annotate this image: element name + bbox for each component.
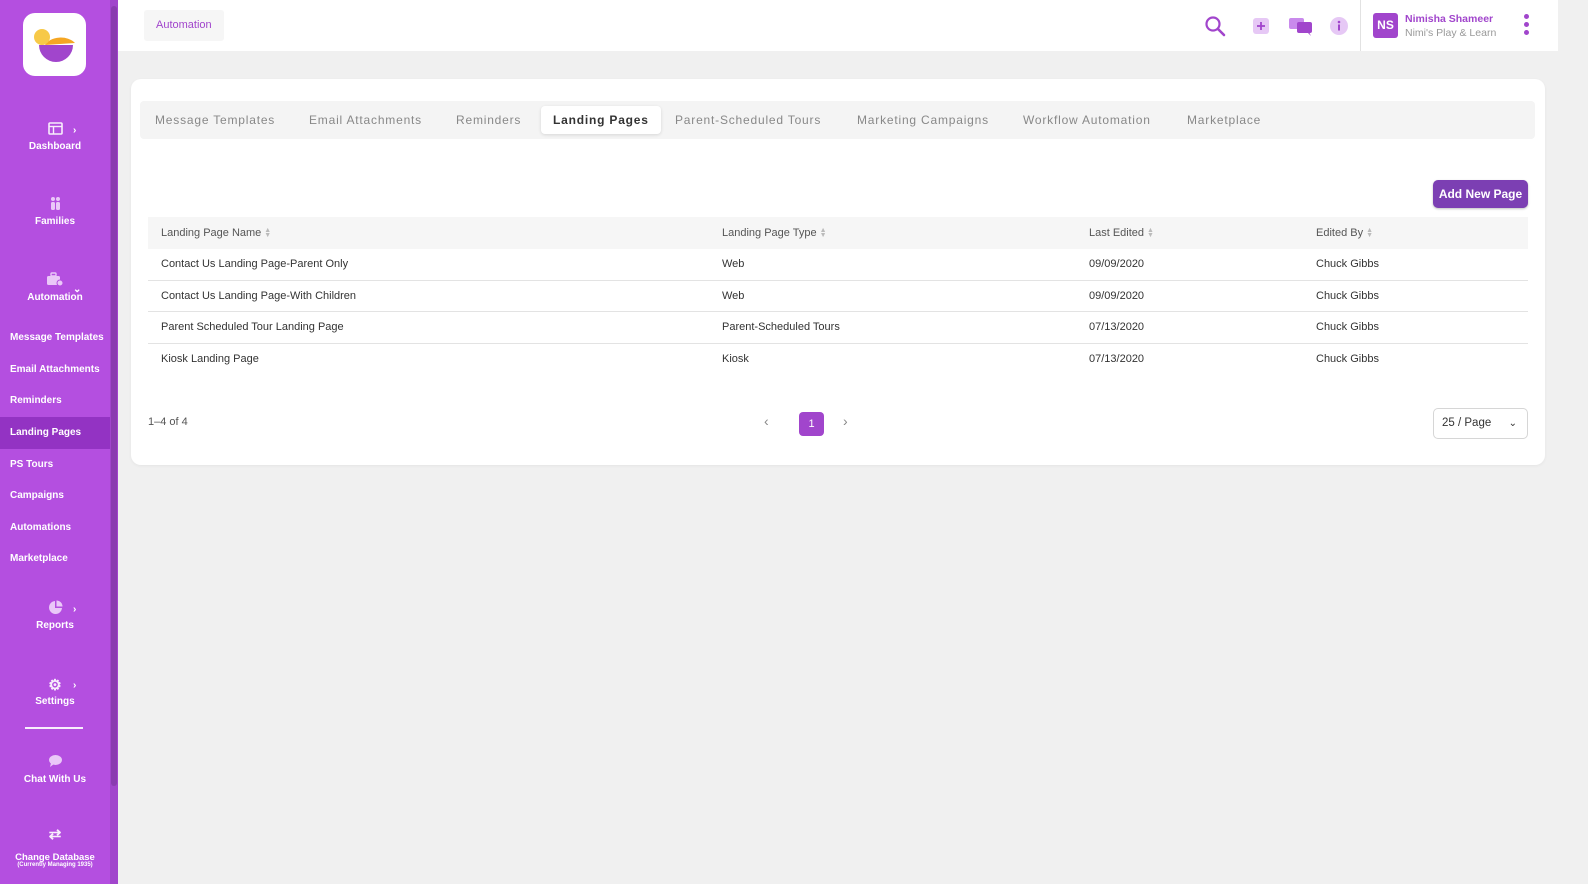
cell-name[interactable]: Contact Us Landing Page-With Children [161,281,356,312]
cell-last-edited: 09/09/2020 [1089,289,1145,302]
cell-edited-by: Chuck Gibbs [1316,352,1379,365]
user-name[interactable]: Nimisha Shameer [1405,13,1493,25]
settings-icon: ⚙ [48,677,62,694]
chevron-right-icon: › [73,680,77,691]
sub-email-attachments[interactable]: Email Attachments [0,354,110,386]
tab-marketplace[interactable]: Marketplace [1175,106,1273,134]
chevron-right-icon: › [73,604,77,615]
topbar-divider [1360,0,1361,51]
cell-name[interactable]: Parent Scheduled Tour Landing Page [161,312,344,343]
automation-icon [0,272,110,292]
nav-reports-label: Reports [36,620,74,631]
add-new-page-button[interactable]: Add New Page [1433,180,1528,208]
sidebar-scrollbar[interactable] [110,0,118,884]
cell-edited-by: Chuck Gibbs [1316,289,1379,302]
nav-families-label: Families [34,216,76,227]
avatar[interactable]: NS [1373,13,1398,38]
page-scrollbar[interactable] [1558,0,1588,884]
nav-settings-label: Settings [35,696,75,707]
nav-chat[interactable]: Chat With Us [0,754,110,785]
chevron-right-icon: › [73,125,77,136]
cell-type: Web [722,258,745,270]
nav-automation[interactable]: ⌄ Automation [0,272,110,303]
chevron-right-icon[interactable]: › [843,413,848,429]
change-database-button[interactable]: ⇄ [0,825,110,849]
sub-landing-pages[interactable]: Landing Pages [0,417,110,449]
landing-pages-card: Message Templates Email Attachments Remi… [131,79,1545,465]
landing-pages-table: Landing Page Name ▲ ▼ Landing Page Type ▲ ▼ … [148,217,1528,375]
more-options-icon[interactable] [1521,14,1531,38]
cell-edited-by: Chuck Gibbs [1316,321,1379,333]
column-header-last-edited[interactable]: Last Edited ▲ ▼ [1089,217,1154,249]
tab-workflow-automation[interactable]: Workflow Automation [1011,106,1163,134]
pagination-range: 1–4 of 4 [148,416,188,428]
cell-name[interactable]: Contact Us Landing Page-Parent Only [161,249,348,280]
nav-chat-label: Chat With Us [23,774,87,785]
sort-icon[interactable]: ▲ ▼ [820,227,827,239]
column-header-name[interactable]: Landing Page Name ▲ ▼ [161,217,271,249]
cell-type: Parent-Scheduled Tours [722,321,840,333]
reports-icon [0,600,110,620]
messages-icon[interactable] [1288,13,1314,39]
tab-bar: Message Templates Email Attachments Remi… [140,101,1535,139]
chat-icon [0,754,110,774]
cell-last-edited: 07/13/2020 [1089,321,1145,333]
sub-message-templates[interactable]: Message Templates [0,322,110,354]
app-logo[interactable] [23,13,86,76]
sub-reminders[interactable]: Reminders [0,385,110,417]
sort-icon[interactable]: ▲ ▼ [264,227,271,239]
nav-settings[interactable]: ⚙ › Settings [0,676,110,707]
tab-message-templates[interactable]: Message Templates [143,106,287,134]
tab-email-attachments[interactable]: Email Attachments [297,106,434,134]
info-icon[interactable] [1326,13,1352,39]
dashboard-icon [0,121,110,141]
column-header-edited-by[interactable]: Edited By ▲ ▼ [1316,217,1373,249]
chevron-down-icon: ⌄ [1508,418,1517,429]
page-size-value: 25 / Page [1442,417,1492,429]
cell-last-edited: 09/09/2020 [1089,258,1145,270]
table-header: Landing Page Name ▲ ▼ Landing Page Type ▲ ▼ … [148,217,1528,249]
cell-type: Kiosk [722,352,749,365]
cell-edited-by: Chuck Gibbs [1316,258,1379,270]
breadcrumb[interactable]: Automation [144,10,224,41]
nav-families[interactable]: Families [0,196,110,227]
cell-name[interactable]: Kiosk Landing Page [161,344,259,375]
nav-dashboard-label: Dashboard [28,141,82,152]
tab-parent-scheduled-tours[interactable]: Parent-Scheduled Tours [663,106,833,134]
sub-marketplace[interactable]: Marketplace [0,543,110,575]
sort-icon[interactable]: ▲ ▼ [1147,227,1154,239]
table-row[interactable]: Parent Scheduled Tour Landing Page Paren… [148,312,1528,344]
page-number-current[interactable]: 1 [799,412,824,436]
families-icon [0,196,110,216]
table-row[interactable]: Kiosk Landing Page Kiosk 07/13/2020 Chuc… [148,344,1528,376]
change-database-sub: (Currently Managing 1935) [17,862,93,868]
tab-reminders[interactable]: Reminders [444,106,533,134]
table-row[interactable]: Contact Us Landing Page-With Children We… [148,281,1528,312]
sub-ps-tours[interactable]: PS Tours [0,449,110,481]
nav-dashboard[interactable]: › Dashboard [0,121,110,152]
tab-landing-pages[interactable]: Landing Pages [541,106,661,134]
nav-reports[interactable]: › Reports [0,600,110,631]
cell-type: Web [722,289,745,302]
page-size-select[interactable]: 25 / Page ⌄ [1433,408,1528,439]
sort-icon[interactable]: ▲ ▼ [1366,227,1373,239]
column-header-type[interactable]: Landing Page Type ▲ ▼ [722,217,827,249]
tab-marketing-campaigns[interactable]: Marketing Campaigns [845,106,1001,134]
swap-icon: ⇄ [48,826,62,843]
table-row[interactable]: Contact Us Landing Page-Parent Only Web … [148,249,1528,281]
sub-campaigns[interactable]: Campaigns [0,480,110,512]
search-icon[interactable] [1202,13,1228,39]
cell-last-edited: 07/13/2020 [1089,352,1145,365]
sub-automations[interactable]: Automations [0,512,110,544]
sidebar: › Dashboard Families ⌄ Automation Messag… [0,0,118,884]
user-org: Nimi's Play & Learn [1405,27,1497,39]
chevron-down-icon: ⌄ [73,284,82,295]
add-icon[interactable] [1248,13,1274,39]
topbar: Automation NS Nimisha Shameer Nimi's Pla… [118,0,1558,51]
sidebar-divider [25,727,83,729]
chevron-left-icon[interactable]: ‹ [764,413,769,429]
